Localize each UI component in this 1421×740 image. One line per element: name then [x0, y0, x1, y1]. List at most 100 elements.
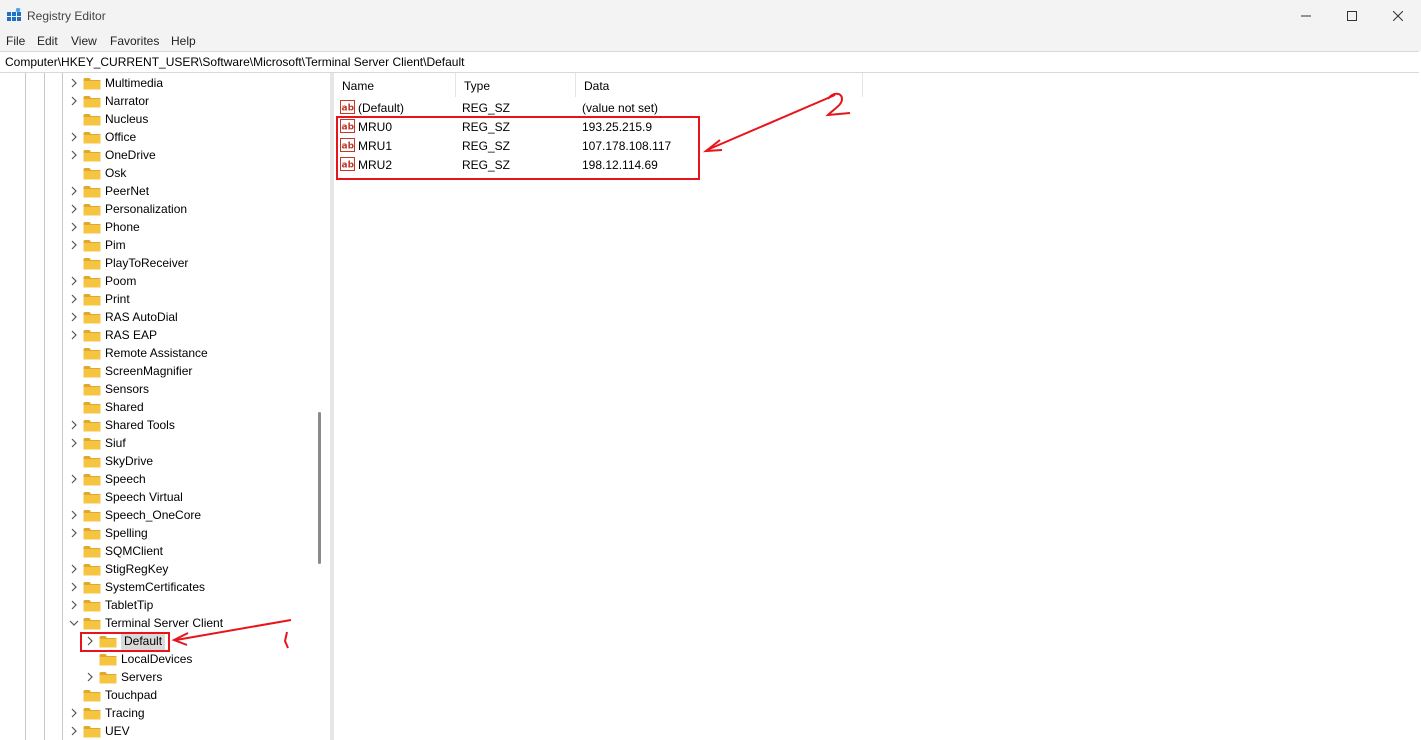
value-row[interactable]: ab MRU1 REG_SZ 107.178.108.117 [334, 136, 1034, 155]
close-button[interactable] [1375, 0, 1421, 31]
tree-item-label: ScreenMagnifier [105, 364, 193, 378]
tree-item[interactable]: Speech_OneCore [67, 506, 201, 524]
tree-item[interactable]: StigRegKey [67, 560, 168, 578]
tree-item[interactable]: Siuf [67, 434, 126, 452]
chevron-right-icon[interactable] [67, 470, 81, 488]
folder-icon [83, 563, 101, 576]
chevron-right-icon[interactable] [67, 92, 81, 110]
column-header-data[interactable]: Data [576, 73, 863, 97]
value-row[interactable]: ab (Default) REG_SZ (value not set) [334, 98, 1034, 117]
tree-item[interactable]: Shared Tools [67, 416, 175, 434]
tree-item[interactable]: Spelling [67, 524, 148, 542]
tree-item[interactable]: Poom [67, 272, 136, 290]
tree-item[interactable]: Print [67, 290, 130, 308]
tree-item[interactable]: ScreenMagnifier [67, 362, 192, 380]
minimize-button[interactable] [1283, 0, 1329, 31]
values-list[interactable]: Name Type Data ab (Default) REG_SZ (value n… [334, 73, 1421, 740]
tree-item-label: Print [105, 292, 130, 306]
tree-item-label: Servers [121, 670, 163, 684]
column-header-type[interactable]: Type [456, 73, 576, 97]
tree-item[interactable]: Remote Assistance [67, 344, 208, 362]
tree-item[interactable]: Osk [67, 164, 126, 182]
chevron-right-icon[interactable] [67, 182, 81, 200]
menu-file[interactable]: File [6, 34, 25, 48]
tree-item[interactable]: SQMClient [67, 542, 163, 560]
tree-item[interactable]: Tracing [67, 704, 145, 722]
tree-item[interactable]: Phone [67, 218, 140, 236]
chevron-right-icon[interactable] [67, 236, 81, 254]
chevron-right-icon[interactable] [67, 596, 81, 614]
chevron-right-icon[interactable] [67, 416, 81, 434]
chevron-right-icon[interactable] [67, 74, 81, 92]
tree-item[interactable]: Office [67, 128, 136, 146]
chevron-right-icon[interactable] [83, 668, 97, 686]
tree-item[interactable]: TabletTip [67, 596, 153, 614]
tree-item[interactable]: Pim [67, 236, 126, 254]
chevron-right-icon[interactable] [67, 218, 81, 236]
tree-item[interactable]: Narrator [67, 92, 149, 110]
tree-item[interactable]: RAS EAP [67, 326, 157, 344]
menu-view[interactable]: View [71, 34, 97, 48]
tree-item[interactable]: Speech Virtual [67, 488, 183, 506]
tree-item[interactable]: Default [83, 632, 166, 650]
tree-item-label: Nucleus [105, 112, 149, 126]
chevron-right-icon[interactable] [67, 290, 81, 308]
tree-item[interactable]: UEV [67, 722, 130, 740]
chevron-right-icon[interactable] [67, 722, 81, 740]
folder-icon [83, 491, 101, 504]
chevron-down-icon[interactable] [67, 614, 81, 632]
folder-icon [99, 671, 117, 684]
chevron-right-icon[interactable] [67, 128, 81, 146]
tree-item-label: Terminal Server Client [105, 616, 224, 630]
chevron-right-icon[interactable] [83, 632, 97, 650]
tree-item[interactable]: Nucleus [67, 110, 148, 128]
folder-icon [83, 581, 101, 594]
folder-icon [83, 311, 101, 324]
tree-item[interactable]: Touchpad [67, 686, 157, 704]
chevron-right-icon[interactable] [67, 506, 81, 524]
chevron-right-icon[interactable] [67, 326, 81, 344]
chevron-right-icon[interactable] [67, 272, 81, 290]
folder-icon [83, 167, 101, 180]
chevron-right-icon[interactable] [67, 146, 81, 164]
chevron-right-icon[interactable] [67, 308, 81, 326]
tree-item[interactable]: OneDrive [67, 146, 156, 164]
menu-help[interactable]: Help [171, 34, 196, 48]
tree-item[interactable]: SystemCertificates [67, 578, 205, 596]
value-row[interactable]: ab MRU2 REG_SZ 198.12.114.69 [334, 155, 1034, 174]
tree-item[interactable]: SkyDrive [67, 452, 153, 470]
chevron-right-icon[interactable] [67, 200, 81, 218]
registry-editor-icon [7, 8, 21, 21]
tree-scrollbar[interactable] [314, 73, 328, 740]
tree-item[interactable]: Speech [67, 470, 146, 488]
chevron-right-icon[interactable] [67, 578, 81, 596]
chevron-right-icon[interactable] [67, 524, 81, 542]
chevron-right-icon[interactable] [67, 704, 81, 722]
tree-item[interactable]: Shared [67, 398, 144, 416]
tree-item[interactable]: LocalDevices [83, 650, 192, 668]
tree-item[interactable]: Servers [83, 668, 162, 686]
maximize-button[interactable] [1329, 0, 1375, 31]
address-path[interactable]: Computer\HKEY_CURRENT_USER\Software\Micr… [5, 55, 464, 69]
tree-item[interactable]: Terminal Server Client [67, 614, 223, 632]
column-header-name[interactable]: Name [334, 73, 456, 97]
tree-item[interactable]: PlayToReceiver [67, 254, 188, 272]
tree-item[interactable]: PeerNet [67, 182, 149, 200]
key-tree[interactable]: Multimedia Narrator Nucleus Office OneDrive O… [0, 73, 330, 740]
tree-item[interactable]: Personalization [67, 200, 187, 218]
chevron-right-icon[interactable] [67, 560, 81, 578]
tree-item[interactable]: Multimedia [67, 74, 163, 92]
folder-icon [83, 95, 101, 108]
chevron-right-icon[interactable] [67, 434, 81, 452]
menu-edit[interactable]: Edit [37, 34, 58, 48]
tree-item[interactable]: Sensors [67, 380, 149, 398]
svg-text:ab: ab [342, 123, 355, 133]
value-row[interactable]: ab MRU0 REG_SZ 193.25.215.9 [334, 117, 1034, 136]
folder-icon [83, 509, 101, 522]
tree-item[interactable]: RAS AutoDial [67, 308, 178, 326]
value-type: REG_SZ [462, 120, 511, 134]
menu-favorites[interactable]: Favorites [110, 34, 159, 48]
address-bar[interactable]: Computer\HKEY_CURRENT_USER\Software\Micr… [0, 51, 1419, 73]
tree-scrollbar-thumb[interactable] [318, 412, 321, 564]
